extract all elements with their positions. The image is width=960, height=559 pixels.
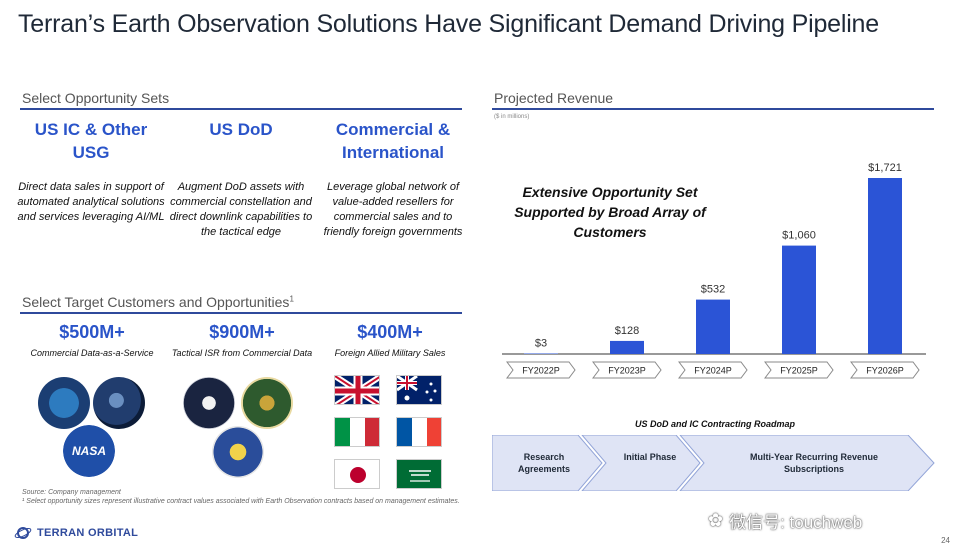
opportunity-footnote: ¹ Select opportunity sizes represent ill… bbox=[22, 498, 460, 505]
roadmap-label-multiyear: Multi-Year Recurring Revenue Subscriptio… bbox=[749, 452, 879, 474]
space-force-seal-icon bbox=[183, 377, 235, 429]
targets-rule bbox=[20, 312, 462, 314]
roadmap-label-initial: Initial Phase bbox=[623, 452, 677, 462]
target-desc: Foreign Allied Military Sales bbox=[334, 348, 446, 358]
opportunity-desc: Direct data sales in support of automate… bbox=[17, 181, 165, 223]
category-tick-label: FY2023P bbox=[608, 366, 646, 376]
category-tick-label: FY2026P bbox=[866, 366, 904, 376]
target-desc: Commercial Data-as-a-Service bbox=[30, 348, 154, 358]
category-tick-label: FY2025P bbox=[780, 366, 818, 376]
revenue-rule bbox=[492, 108, 934, 110]
opportunity-title: Commercial & International bbox=[335, 120, 451, 162]
units-note: ($ in millions) bbox=[494, 114, 530, 120]
italy-flag-icon bbox=[334, 417, 380, 447]
revenue-bar bbox=[782, 245, 816, 354]
revenue-bar bbox=[610, 340, 644, 354]
page-number: 24 bbox=[941, 536, 950, 545]
terran-orbital-logo: TERRAN ORBITAL bbox=[14, 524, 138, 542]
nga-seal-icon bbox=[93, 377, 145, 429]
target-amount: $500M+ bbox=[59, 322, 125, 342]
target-commercial: $500M+ Commercial Data-as-a-Service bbox=[12, 322, 172, 359]
bar-value-label: $3 bbox=[535, 338, 547, 350]
targets-heading-sup: 1 bbox=[289, 294, 294, 304]
australia-flag-icon bbox=[396, 375, 442, 405]
page-title: Terran’s Earth Observation Solutions Hav… bbox=[18, 10, 879, 38]
nasa-logo-text: NASA bbox=[71, 444, 106, 458]
target-tactical: $900M+ Tactical ISR from Commercial Data bbox=[162, 322, 322, 359]
category-tick-label: FY2024P bbox=[694, 366, 732, 376]
category-tick-label: FY2022P bbox=[522, 366, 560, 376]
target-foreign: $400M+ Foreign Allied Military Sales bbox=[310, 322, 470, 359]
opportunity-rule bbox=[20, 108, 462, 110]
target-desc: Tactical ISR from Commercial Data bbox=[171, 348, 313, 358]
wechat-icon: ✿ bbox=[708, 510, 724, 530]
uk-flag-icon bbox=[334, 375, 380, 405]
opportunity-commercial: Commercial & International Leverage glob… bbox=[318, 118, 468, 240]
wechat-watermark: ✿ 微信号: touchweb bbox=[708, 508, 862, 533]
opportunity-title: US DoD bbox=[209, 120, 273, 139]
bar-value-label: $1,060 bbox=[782, 230, 816, 242]
air-force-seal-icon bbox=[212, 426, 264, 478]
source-footnote: Source: Company management bbox=[22, 489, 121, 496]
opportunity-heading: Select Opportunity Sets bbox=[22, 90, 170, 106]
nasa-logo-icon: NASA bbox=[63, 425, 115, 477]
army-seal-icon bbox=[241, 377, 293, 429]
bar-value-label: $128 bbox=[615, 325, 639, 337]
revenue-bar bbox=[868, 178, 902, 354]
japan-flag-icon bbox=[334, 459, 380, 489]
revenue-bar bbox=[696, 299, 730, 354]
saudi-arabia-flag-icon bbox=[396, 459, 442, 489]
roadmap-title: US DoD and IC Contracting Roadmap bbox=[634, 419, 795, 429]
logo-text: TERRAN ORBITAL bbox=[37, 527, 139, 539]
revenue-heading: Projected Revenue bbox=[494, 90, 614, 106]
bar-value-label: $532 bbox=[701, 284, 725, 296]
opportunity-us-dod: US DoD Augment DoD assets with commercia… bbox=[166, 118, 316, 240]
opportunity-us-ic: US IC & Other USG Direct data sales in s… bbox=[16, 118, 166, 225]
france-flag-icon bbox=[396, 417, 442, 447]
targets-heading: Select Target Customers and Opportunitie… bbox=[22, 294, 294, 310]
bar-value-label: $1,721 bbox=[868, 162, 902, 174]
target-amount: $400M+ bbox=[357, 322, 423, 342]
targets-heading-text: Select Target Customers and Opportunitie… bbox=[22, 294, 290, 310]
opportunity-desc: Leverage global network of value-added r… bbox=[323, 181, 463, 238]
watermark-text: 微信号: touchweb bbox=[729, 513, 863, 532]
revenue-bar bbox=[524, 353, 558, 354]
opportunity-desc: Augment DoD assets with commercial const… bbox=[169, 181, 313, 238]
noaa-seal-icon bbox=[38, 377, 90, 429]
roadmap-label-research: Research Agreements bbox=[517, 452, 571, 474]
orbit-logo-icon bbox=[14, 527, 32, 539]
revenue-bar-chart: $3 FY2022P $128 FY2023P $532 FY2024P $1,060 FY2… bbox=[502, 162, 926, 379]
target-amount: $900M+ bbox=[209, 322, 275, 342]
opportunity-title: US IC & Other USG bbox=[34, 120, 148, 162]
